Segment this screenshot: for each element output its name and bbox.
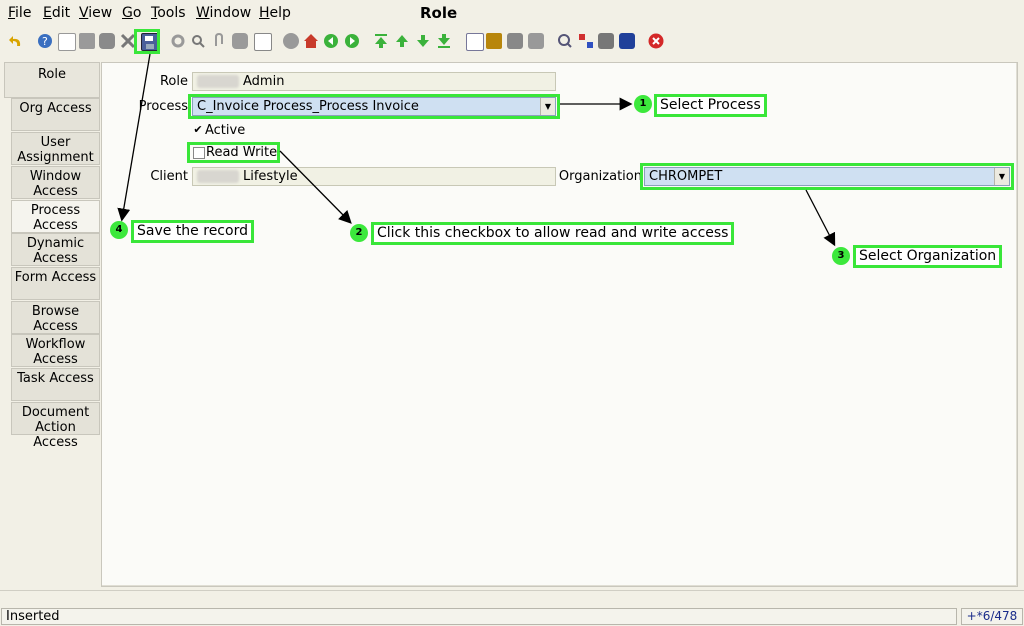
annotation-arrows — [117, 53, 836, 247]
step-badge-4: 4 — [110, 221, 128, 239]
callout-read-write: Click this checkbox to allow read and wr… — [371, 222, 735, 245]
arrow-save — [117, 53, 151, 222]
divider — [0, 590, 1024, 591]
arrow-organization — [805, 189, 836, 247]
arrow-read-write — [279, 150, 352, 224]
callout-select-process: Select Process — [654, 94, 767, 117]
callout-save-record: Save the record — [131, 220, 254, 243]
status-text: Inserted — [1, 608, 957, 625]
status-bar: Inserted +*6/478 — [0, 606, 1024, 626]
step-badge-1: 1 — [634, 95, 652, 113]
step-badge-2: 2 — [350, 224, 368, 242]
callout-select-organization: Select Organization — [853, 245, 1003, 268]
step-badge-3: 3 — [832, 247, 850, 265]
record-count[interactable]: +*6/478 — [961, 608, 1023, 625]
